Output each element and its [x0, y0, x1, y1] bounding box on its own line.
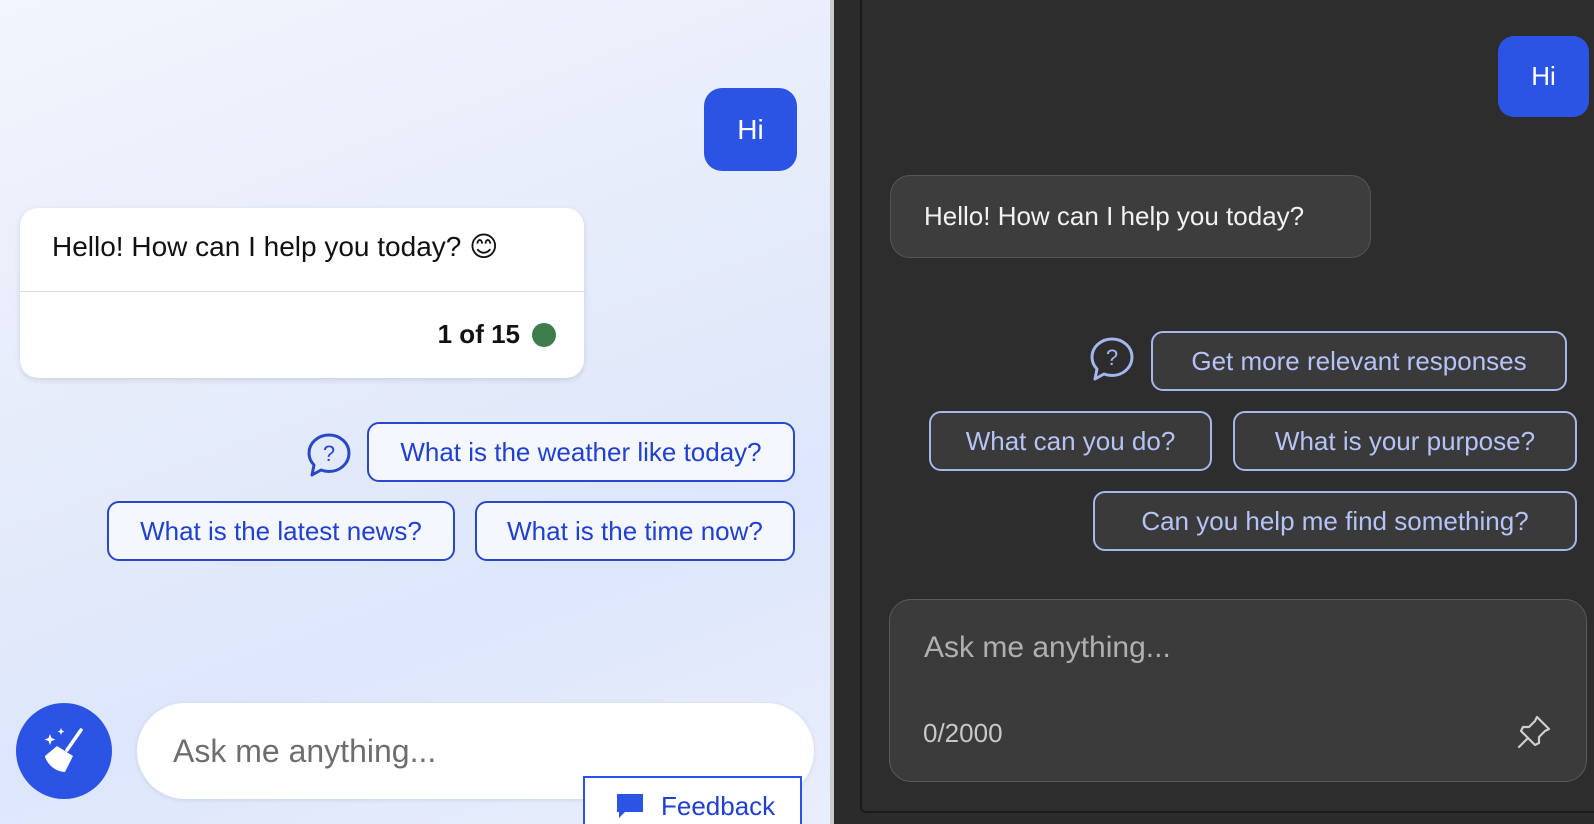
response-counter-text: 1 of 15: [437, 319, 520, 349]
suggestion-chip[interactable]: What is the time now?: [475, 501, 795, 561]
feedback-comment-icon: [617, 794, 643, 818]
dark-input-box: 0/2000: [889, 599, 1587, 782]
bot-message-text: Hello! How can I help you today? 😊: [20, 208, 584, 292]
bot-message-bubble: Hello! How can I help you today?: [890, 175, 1371, 258]
suggestion-chip-label: What can you do?: [965, 425, 1176, 456]
help-bubble-icon[interactable]: ?: [306, 432, 352, 478]
feedback-button[interactable]: Feedback: [583, 776, 802, 824]
user-message-text: Hi: [1531, 61, 1556, 91]
pin-icon[interactable]: [1515, 713, 1553, 751]
feedback-label: Feedback: [661, 790, 776, 821]
light-chat-panel: Hi Hello! How can I help you today? 😊 1 …: [0, 0, 830, 824]
bot-message-card: Hello! How can I help you today? 😊 1 of …: [20, 208, 584, 378]
status-dot: [532, 322, 556, 347]
char-counter: 0/2000: [923, 718, 1003, 748]
response-counter: 1 of 15: [438, 319, 556, 350]
chat-input[interactable]: [924, 626, 1524, 670]
broom-sparkle-icon: [44, 728, 83, 772]
new-topic-button[interactable]: [16, 703, 112, 799]
suggestion-chip[interactable]: What is your purpose?: [1233, 411, 1577, 471]
help-bubble-icon[interactable]: ?: [1089, 336, 1135, 382]
suggestion-chip[interactable]: Can you help me find something?: [1093, 491, 1577, 551]
suggestion-chip-label: Can you help me find something?: [1141, 505, 1529, 536]
user-message-bubble: Hi: [1498, 36, 1589, 117]
suggestion-chip-label: What is the time now?: [507, 515, 763, 546]
svg-text:?: ?: [1106, 345, 1118, 370]
user-message-bubble: Hi: [704, 88, 797, 171]
suggestion-chip-label: What is your purpose?: [1274, 425, 1536, 456]
suggestion-chip[interactable]: What is the weather like today?: [367, 422, 795, 482]
suggestion-chip-label: Get more relevant responses: [1191, 345, 1527, 376]
bot-message-text: Hello! How can I help you today?: [924, 201, 1305, 231]
suggestion-chip[interactable]: What is the latest news?: [107, 501, 455, 561]
svg-text:?: ?: [323, 441, 335, 466]
suggestion-chip[interactable]: What can you do?: [929, 411, 1212, 471]
suggestion-chip-label: What is the weather like today?: [400, 436, 762, 467]
suggestion-chip-label: What is the latest news?: [140, 515, 422, 546]
suggestion-chip[interactable]: Get more relevant responses: [1151, 331, 1567, 391]
user-message-text: Hi: [737, 113, 764, 145]
